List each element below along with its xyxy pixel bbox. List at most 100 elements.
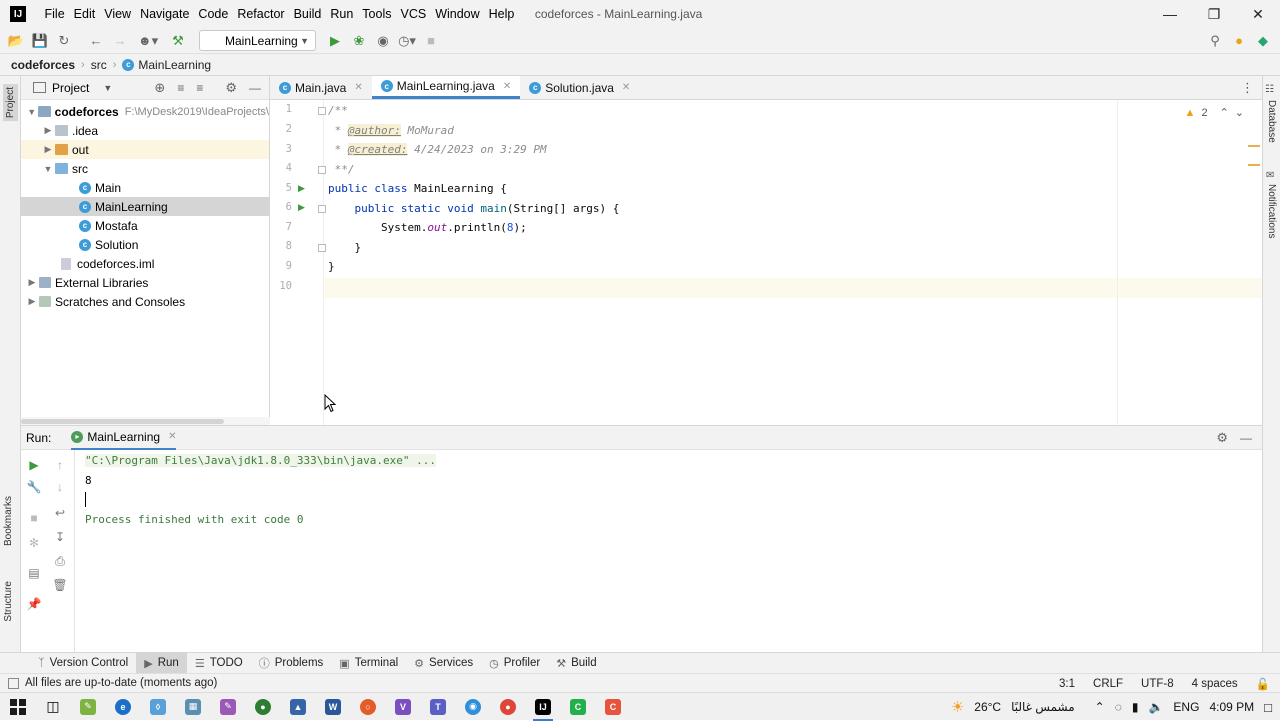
arrow-down-icon[interactable]: ↓: [49, 476, 71, 498]
clock[interactable]: 4:09 PM: [1209, 700, 1254, 714]
intellij-logo-icon[interactable]: IJ: [10, 6, 26, 22]
tree-item-idea[interactable]: ▶ .idea: [21, 121, 269, 140]
tree-item-codeforces[interactable]: ▼ codeforces F:\MyDesk2019\IdeaProjects\: [21, 102, 269, 121]
expand-all-icon[interactable]: ≡: [177, 81, 184, 95]
maps-icon[interactable]: ●: [249, 693, 277, 721]
calculator-icon[interactable]: ▦: [179, 693, 207, 721]
hide-panel-icon[interactable]: —: [1240, 431, 1252, 445]
fold-icon[interactable]: [318, 166, 326, 174]
tree-item-out[interactable]: ▶ out: [21, 140, 269, 159]
paint-icon[interactable]: ✎: [214, 693, 242, 721]
gear-icon[interactable]: ⚙: [225, 80, 237, 96]
tab-services[interactable]: ⚙ Services: [406, 653, 481, 673]
menu-run[interactable]: Run: [326, 7, 358, 21]
collapse-all-icon[interactable]: ≡: [196, 81, 203, 95]
wifi-icon[interactable]: ◌: [1115, 700, 1122, 714]
close-tab-icon[interactable]: ✕: [622, 82, 630, 93]
back-icon[interactable]: ←: [85, 30, 107, 52]
weather-description[interactable]: مشمس غالبًا: [1011, 700, 1075, 714]
menu-help[interactable]: Help: [484, 7, 519, 21]
codeblocks-icon[interactable]: C: [599, 693, 627, 721]
warning-marker[interactable]: [1248, 145, 1260, 147]
tab-build[interactable]: ⚒ Build: [548, 653, 604, 673]
file-encoding[interactable]: UTF-8: [1141, 678, 1174, 690]
more-tabs-icon[interactable]: ⋮: [1241, 80, 1254, 96]
wrench-icon[interactable]: 🔧: [23, 476, 45, 498]
tab-version-control[interactable]: ᛉ Version Control: [30, 653, 136, 673]
chevron-up-icon[interactable]: ⌃: [1220, 106, 1229, 119]
soft-wrap-icon[interactable]: ↩: [49, 502, 71, 524]
rerun-icon[interactable]: ▶: [23, 454, 45, 476]
menu-tools[interactable]: Tools: [358, 7, 396, 21]
close-tab-icon[interactable]: ✕: [354, 82, 362, 93]
tab-mainlearning-java[interactable]: c MainLearning.java ✕: [371, 76, 521, 99]
trash-icon[interactable]: 🗑: [49, 574, 71, 596]
tree-item-mostafa[interactable]: c Mostafa: [21, 216, 269, 235]
breadcrumb-src[interactable]: src: [91, 58, 107, 72]
gear-icon[interactable]: ⚙: [1216, 430, 1228, 446]
locate-icon[interactable]: ⊕: [154, 80, 165, 96]
user-icon[interactable]: ☻▾: [137, 30, 159, 52]
media-icon[interactable]: ○: [354, 693, 382, 721]
horizontal-scrollbar[interactable]: [21, 417, 270, 425]
debug-icon[interactable]: ❀: [348, 30, 370, 52]
menu-build[interactable]: Build: [289, 7, 326, 21]
profile-icon[interactable]: ◷▾: [396, 30, 418, 52]
clion-icon[interactable]: C: [564, 693, 592, 721]
structure-tool-tab[interactable]: Structure: [3, 581, 14, 622]
fold-icon[interactable]: [318, 244, 326, 252]
word-icon[interactable]: W: [319, 693, 347, 721]
minimize-icon[interactable]: —: [1148, 0, 1192, 28]
scrollbar-thumb[interactable]: [21, 419, 224, 424]
chevron-down-icon[interactable]: ⌄: [1235, 106, 1244, 119]
scroll-to-end-icon[interactable]: ↧: [49, 526, 71, 548]
restore-layout-icon[interactable]: ✻: [23, 532, 45, 554]
menu-window[interactable]: Window: [431, 7, 484, 21]
lock-icon[interactable]: 🔓: [1256, 677, 1270, 691]
battery-icon[interactable]: ▮: [1132, 700, 1139, 714]
tree-item-scratches[interactable]: ▶ Scratches and Consoles: [21, 292, 269, 311]
close-tab-icon[interactable]: ✕: [503, 81, 511, 92]
caret-position[interactable]: 3:1: [1059, 678, 1075, 690]
update-icon[interactable]: ●: [1228, 30, 1250, 52]
keyboard-language[interactable]: ENG: [1173, 700, 1199, 714]
save-icon[interactable]: 💾: [29, 30, 51, 52]
warning-marker[interactable]: [1248, 164, 1260, 166]
menu-code[interactable]: Code: [194, 7, 233, 21]
inspection-widget[interactable]: ▲ 2 ⌃ ⌄: [1185, 106, 1244, 120]
tab-terminal[interactable]: ▣ Terminal: [331, 653, 406, 673]
tab-problems[interactable]: ⓘ Problems: [251, 653, 332, 673]
pin-icon[interactable]: 📌: [23, 593, 45, 615]
menu-vcs[interactable]: VCS: [396, 7, 431, 21]
photos-icon[interactable]: ▲: [284, 693, 312, 721]
run-configuration-dropdown[interactable]: MainLearning ▼: [199, 30, 316, 51]
tree-item-iml[interactable]: codeforces.iml: [21, 254, 269, 273]
tab-todo[interactable]: ☰ TODO: [187, 653, 251, 673]
chevron-up-icon[interactable]: ⌃: [1095, 700, 1105, 714]
code-editor[interactable]: /** * @author: MoMurad * @created: 4/24/…: [328, 100, 1118, 425]
indent-setting[interactable]: 4 spaces: [1192, 678, 1238, 690]
breadcrumb-project[interactable]: codeforces: [11, 58, 75, 72]
volume-icon[interactable]: 🔈: [1148, 700, 1163, 714]
weather-temperature[interactable]: 26°C: [974, 700, 1001, 714]
notifications-tool-tab[interactable]: Notifications: [1266, 184, 1277, 238]
search-icon[interactable]: ⚲: [1204, 30, 1226, 52]
fold-icon[interactable]: [318, 205, 326, 213]
tree-item-external-libraries[interactable]: ▶ External Libraries: [21, 273, 269, 292]
menu-view[interactable]: View: [100, 7, 136, 21]
layout-icon[interactable]: ▤: [23, 562, 45, 584]
tree-item-solution[interactable]: c Solution: [21, 235, 269, 254]
tab-solution-java[interactable]: c Solution.java ✕: [520, 76, 639, 99]
globe-app-icon[interactable]: ◉: [459, 693, 487, 721]
close-tab-icon[interactable]: ✕: [168, 431, 176, 442]
open-folder-icon[interactable]: 📂: [5, 30, 27, 52]
run-tab-mainlearning[interactable]: ▸ MainLearning ✕: [71, 426, 177, 450]
task-view-icon[interactable]: ◫: [39, 693, 67, 721]
tab-profiler[interactable]: ◷ Profiler: [481, 653, 548, 673]
run-gutter-icon[interactable]: ▶: [298, 183, 305, 194]
run-icon[interactable]: ▶: [324, 30, 346, 52]
fold-icon[interactable]: [318, 107, 326, 115]
print-icon[interactable]: ⎙: [49, 550, 71, 572]
chrome-icon[interactable]: ●: [494, 693, 522, 721]
project-panel-title[interactable]: Project: [52, 81, 89, 95]
